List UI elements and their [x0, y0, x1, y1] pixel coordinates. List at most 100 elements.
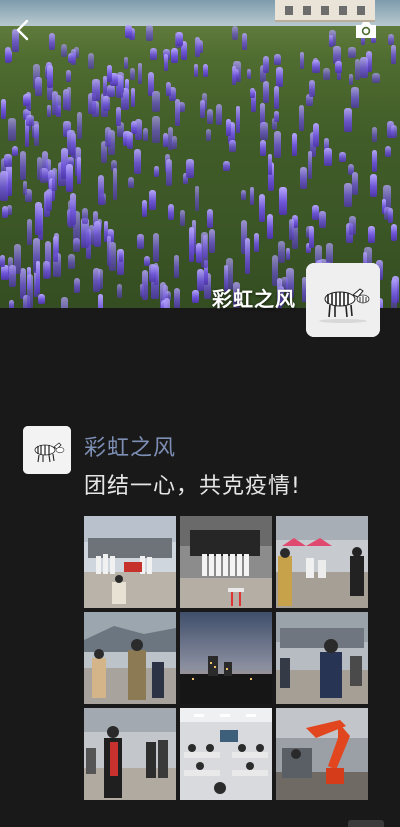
- lupine-flower: [8, 117, 16, 141]
- lupine-flower: [250, 87, 256, 98]
- post-text: 团结一心，共克疫情!: [84, 474, 301, 499]
- lupine-flower: [244, 237, 251, 275]
- lupine-flower: [352, 172, 359, 195]
- lupine-flower: [149, 264, 156, 283]
- lupine-flower: [262, 55, 269, 73]
- lupine-flower: [60, 43, 67, 57]
- lupine-flower: [105, 126, 112, 147]
- lupine-flower: [116, 107, 121, 126]
- lupine-flower: [180, 209, 185, 227]
- photo-thumbnail[interactable]: [84, 516, 176, 608]
- lupine-flower: [173, 287, 180, 308]
- lupine-flower: [106, 84, 115, 97]
- lupine-flower: [66, 87, 71, 112]
- lupine-flower: [262, 80, 269, 103]
- lupine-flower: [106, 236, 111, 267]
- lupine-flower: [146, 24, 153, 41]
- lupine-flower: [4, 154, 12, 167]
- lupine-flower: [168, 204, 175, 221]
- lupine-flower: [142, 200, 147, 217]
- lupine-flower: [223, 160, 231, 172]
- lupine-flower: [372, 149, 377, 173]
- lupine-flower: [22, 181, 28, 196]
- photo-thumbnail[interactable]: [84, 708, 176, 800]
- lupine-flower: [106, 64, 112, 83]
- photo-thumbnail[interactable]: [276, 708, 368, 800]
- cover-photo[interactable]: [0, 0, 400, 308]
- lupine-flower: [142, 128, 148, 142]
- profile-avatar[interactable]: [306, 263, 380, 337]
- photo-thumbnail[interactable]: [180, 708, 272, 800]
- lupine-flower: [371, 127, 377, 143]
- lupine-flower: [98, 269, 104, 290]
- lupine-flower: [348, 216, 356, 236]
- lupine-flower: [67, 254, 75, 270]
- lupine-flower: [46, 65, 53, 89]
- lupine-flower: [351, 87, 359, 108]
- profile-name[interactable]: 彩虹之风: [212, 283, 296, 312]
- lupine-flower: [274, 86, 280, 109]
- lupine-flower: [299, 52, 305, 69]
- lupine-flower: [89, 224, 95, 246]
- chevron-left-icon[interactable]: [12, 18, 34, 42]
- lupine-flower: [334, 61, 342, 73]
- lupine-flower: [136, 233, 144, 250]
- lupine-flower: [201, 232, 209, 269]
- lupine-flower: [129, 68, 135, 81]
- photo-thumbnail[interactable]: [180, 612, 272, 704]
- lupine-flower: [76, 112, 82, 139]
- lupine-flower: [197, 268, 204, 291]
- lupine-flower: [173, 255, 179, 279]
- lupine-flower: [176, 32, 184, 46]
- lupine-flower: [273, 130, 282, 159]
- lupine-flower: [390, 278, 397, 308]
- lupine-flower: [208, 229, 216, 254]
- lupine-flower: [92, 78, 100, 102]
- lupine-flower: [37, 157, 42, 180]
- lupine-flower: [130, 88, 136, 108]
- lupine-flower: [267, 213, 273, 240]
- lupine-flower: [113, 168, 118, 200]
- lupine-flower: [391, 224, 398, 242]
- lupine-flower: [286, 248, 291, 260]
- lupine-flower: [324, 148, 333, 167]
- lupine-flower: [37, 294, 45, 305]
- lupine-flower: [164, 54, 169, 71]
- lupine-flower: [128, 177, 134, 188]
- lupine-flower: [344, 182, 352, 207]
- lupine-flower: [26, 219, 33, 245]
- lupine-flower: [149, 189, 156, 211]
- lupine-flower: [383, 207, 392, 221]
- photo-thumbnail[interactable]: [276, 612, 368, 704]
- lupine-flower: [249, 186, 255, 205]
- lupine-flower: [391, 124, 398, 138]
- lupine-flower: [391, 45, 397, 65]
- lupine-flower: [53, 235, 59, 262]
- lupine-flower: [344, 108, 352, 132]
- lupine-flower: [253, 232, 260, 252]
- photo-thumbnail[interactable]: [84, 612, 176, 704]
- lupine-flower: [328, 34, 334, 48]
- lupine-flower: [4, 47, 11, 64]
- post-author-name[interactable]: 彩虹之风: [84, 430, 176, 462]
- lupine-flower: [61, 297, 68, 308]
- next-post-badge: [348, 820, 384, 827]
- lupine-flower: [194, 185, 199, 212]
- photo-thumbnail[interactable]: [180, 516, 272, 608]
- lupine-flower: [175, 99, 180, 126]
- lupine-flower: [124, 56, 129, 70]
- lupine-flower: [48, 33, 56, 51]
- photo-thumbnail[interactable]: [276, 516, 368, 608]
- lupine-flower: [133, 148, 142, 174]
- lupine-flower: [232, 65, 237, 85]
- lupine-flower: [235, 106, 241, 134]
- lupine-flower: [309, 79, 315, 98]
- lupine-flower: [276, 66, 283, 88]
- lupine-flower: [199, 100, 205, 118]
- post-author-avatar[interactable]: [23, 426, 71, 474]
- camera-icon[interactable]: [354, 20, 378, 40]
- lupine-flower: [259, 139, 266, 156]
- lupine-flower: [273, 53, 282, 66]
- lupine-flower: [144, 255, 151, 267]
- lupine-flower: [73, 278, 80, 294]
